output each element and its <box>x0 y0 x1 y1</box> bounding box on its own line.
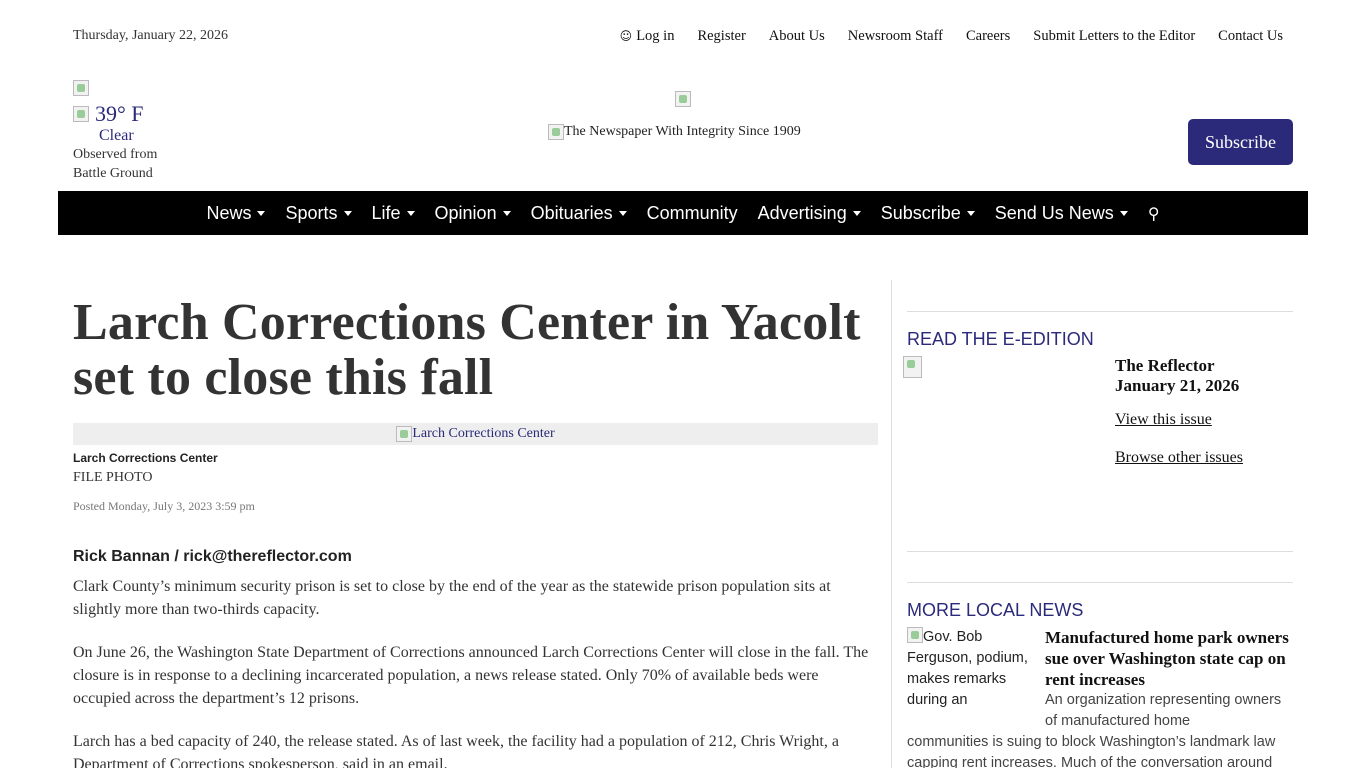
top-bar: Thursday, January 22, 2026 ☺ Log in Regis… <box>73 28 1293 48</box>
divider <box>907 551 1293 552</box>
weather-image-top <box>73 80 183 101</box>
article-photo[interactable]: Larch Corrections Center <box>73 423 878 445</box>
chevron-down-icon <box>343 211 352 217</box>
nav-advertising[interactable]: Advertising <box>758 203 861 224</box>
broken-image-icon <box>396 426 413 442</box>
photo-caption: Larch Corrections Center <box>73 451 218 465</box>
chevron-down-icon <box>618 211 627 217</box>
photo-credit: FILE PHOTO <box>73 470 153 485</box>
nav-community[interactable]: Community <box>647 203 738 224</box>
article-headline: Larch Corrections Center in Yacolt set t… <box>73 294 861 406</box>
broken-image-icon <box>548 124 564 140</box>
about-us-link[interactable]: About Us <box>769 28 825 45</box>
nav-opinion[interactable]: Opinion <box>435 203 511 224</box>
chevron-down-icon <box>1119 211 1128 217</box>
more-local-news-heading[interactable]: MORE LOCAL NEWS <box>907 600 1293 621</box>
byline: Rick Bannan / rick@thereflector.com <box>73 548 352 565</box>
article-paragraph: Larch has a bed capacity of 240, the rel… <box>73 733 839 768</box>
browse-issues-link[interactable]: Browse other issues <box>1115 449 1293 467</box>
eedition-block: The Reflector January 21, 2026 View this… <box>903 356 1293 496</box>
article-paragraph: Clark County’s minimum security prison i… <box>73 578 831 618</box>
weather-temperature: 39° F <box>95 101 144 126</box>
main-nav: News Sports Life Opinion Obituaries Comm… <box>58 191 1308 235</box>
chevron-down-icon <box>406 211 415 217</box>
weather-condition: Clear <box>99 127 134 144</box>
register-link[interactable]: Register <box>697 28 745 45</box>
article: Larch Corrections Center in Yacolt set t… <box>73 295 878 768</box>
contact-us-link[interactable]: Contact Us <box>1218 28 1283 45</box>
weather-widget[interactable]: 39° F Clear Observed from Battle Ground <box>73 80 183 183</box>
site-logo[interactable] <box>675 91 691 112</box>
login-link[interactable]: ☺ Log in <box>620 28 675 45</box>
top-links: ☺ Log in Register About Us Newsroom Staff… <box>620 28 1283 45</box>
divider <box>907 311 1293 312</box>
nav-news[interactable]: News <box>206 203 266 224</box>
posted-date: Posted Monday, July 3, 2023 3:59 pm <box>73 499 255 513</box>
chevron-down-icon <box>852 211 861 217</box>
news-thumbnail[interactable]: Gov. Bob Ferguson, podium, makes remarks… <box>907 627 1045 715</box>
eedition-cover[interactable] <box>903 356 1115 496</box>
chevron-down-icon <box>966 211 975 217</box>
column-divider <box>891 280 892 768</box>
weather-observed-label: Observed from <box>73 147 158 162</box>
eedition-heading[interactable]: READ THE E-EDITION <box>907 329 1293 350</box>
submit-letters-link[interactable]: Submit Letters to the Editor <box>1033 28 1195 45</box>
eedition-title[interactable]: The Reflector <box>1115 356 1293 376</box>
nav-obituaries[interactable]: Obituaries <box>531 203 627 224</box>
view-issue-link[interactable]: View this issue <box>1115 411 1293 429</box>
news-excerpt: An organization representing owners of m… <box>1045 692 1282 729</box>
news-headline[interactable]: Manufactured home park owners sue over W… <box>1045 627 1293 690</box>
search-icon[interactable]: ⚲ <box>1148 204 1160 223</box>
article-body: Clark County’s minimum security prison i… <box>73 575 878 768</box>
careers-link[interactable]: Careers <box>966 28 1010 45</box>
user-icon: ☺ <box>619 29 633 43</box>
nav-send-us-news[interactable]: Send Us News <box>995 203 1128 224</box>
weather-location: Battle Ground <box>73 166 153 181</box>
sidebar: READ THE E-EDITION The Reflector January… <box>903 311 1293 768</box>
weather-icon <box>73 106 89 122</box>
chevron-down-icon <box>257 211 266 217</box>
divider <box>907 582 1293 583</box>
newsroom-staff-link[interactable]: Newsroom Staff <box>848 28 943 45</box>
chevron-down-icon <box>502 211 511 217</box>
subscribe-button[interactable]: Subscribe <box>1188 119 1293 165</box>
eedition-date[interactable]: January 21, 2026 <box>1115 376 1293 396</box>
news-excerpt-continued: communities is suing to block Washington… <box>907 734 1276 768</box>
current-date: Thursday, January 22, 2026 <box>73 28 229 43</box>
list-item[interactable]: Gov. Bob Ferguson, podium, makes remarks… <box>907 627 1293 732</box>
article-paragraph: On June 26, the Washington State Departm… <box>73 644 869 707</box>
tagline-image[interactable]: The Newspaper With Integrity Since 1909 <box>548 124 801 140</box>
nav-life[interactable]: Life <box>372 203 415 224</box>
nav-subscribe[interactable]: Subscribe <box>881 203 975 224</box>
nav-sports[interactable]: Sports <box>285 203 352 224</box>
